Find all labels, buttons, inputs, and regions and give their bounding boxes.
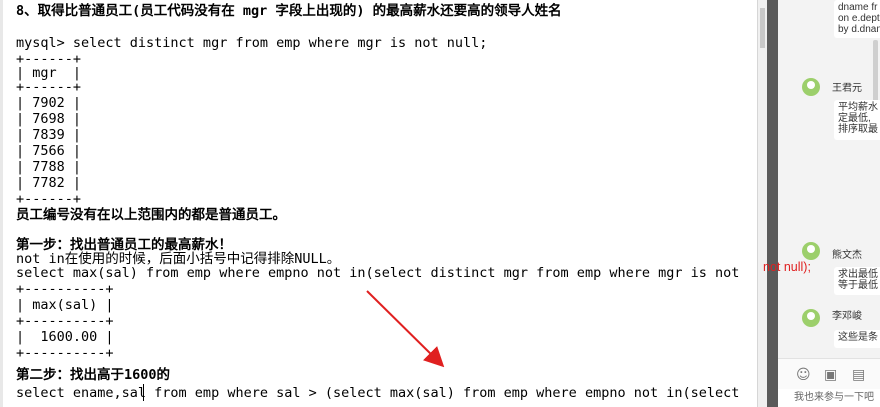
pane-divider [767, 0, 778, 407]
chat-toolbar: ☺ ▣ ▤ [778, 358, 880, 389]
document-line[interactable]: +----------+ [16, 344, 114, 363]
document-line[interactable]: mysql> select distinct mgr from emp wher… [16, 34, 487, 53]
document-line[interactable]: 员工编号没有在以上范围内的都是普通员工。 [16, 206, 286, 225]
document-line[interactable]: 8、取得比普通员工(员工代码没有在 mgr 字段上出现的) 的最高薪水还要高的领… [16, 2, 562, 21]
chat-username: 李邓峻 [832, 311, 862, 322]
text-cursor [143, 384, 144, 401]
document-pane[interactable]: 8、取得比普通员工(员工代码没有在 mgr 字段上出现的) 的最高薪水还要高的领… [0, 0, 757, 407]
emoji-icon[interactable]: ☺ [796, 367, 811, 383]
chat-panel: dname fr on e.dept by d.dnam 王君元 平均薪水 定最… [778, 0, 880, 407]
chat-message: 求出最低 等于最低 [834, 267, 880, 295]
image-icon[interactable]: ▣ [824, 367, 837, 383]
annotation-arrow [366, 290, 445, 368]
file-icon[interactable]: ▤ [852, 367, 865, 383]
document-left-margin [0, 0, 3, 407]
user-avatar [802, 78, 820, 96]
document-line[interactable]: 第二步：找出高于1600的 [16, 366, 170, 385]
document-line[interactable]: select ename,sal from emp where sal > (s… [16, 384, 739, 403]
user-avatar [802, 309, 820, 327]
document-line[interactable]: select max(sal) from emp where empno not… [16, 264, 739, 283]
chat-username: 熊文杰 [832, 250, 862, 261]
chat-message: 这些是条 [834, 330, 880, 348]
chat-username: 王君元 [832, 83, 862, 94]
chat-input[interactable]: 我也来参与一下吧 [778, 389, 880, 407]
overflow-red-text: not null); [763, 260, 811, 274]
document-scrollbar-thumb[interactable] [760, 8, 765, 48]
user-avatar [802, 242, 820, 260]
chat-top-snippet: dname fr on e.dept by d.dnam [834, 0, 880, 38]
document-scrollbar[interactable] [757, 0, 767, 407]
chat-message: 平均薪水 定最低, 排序取最 [834, 100, 880, 140]
